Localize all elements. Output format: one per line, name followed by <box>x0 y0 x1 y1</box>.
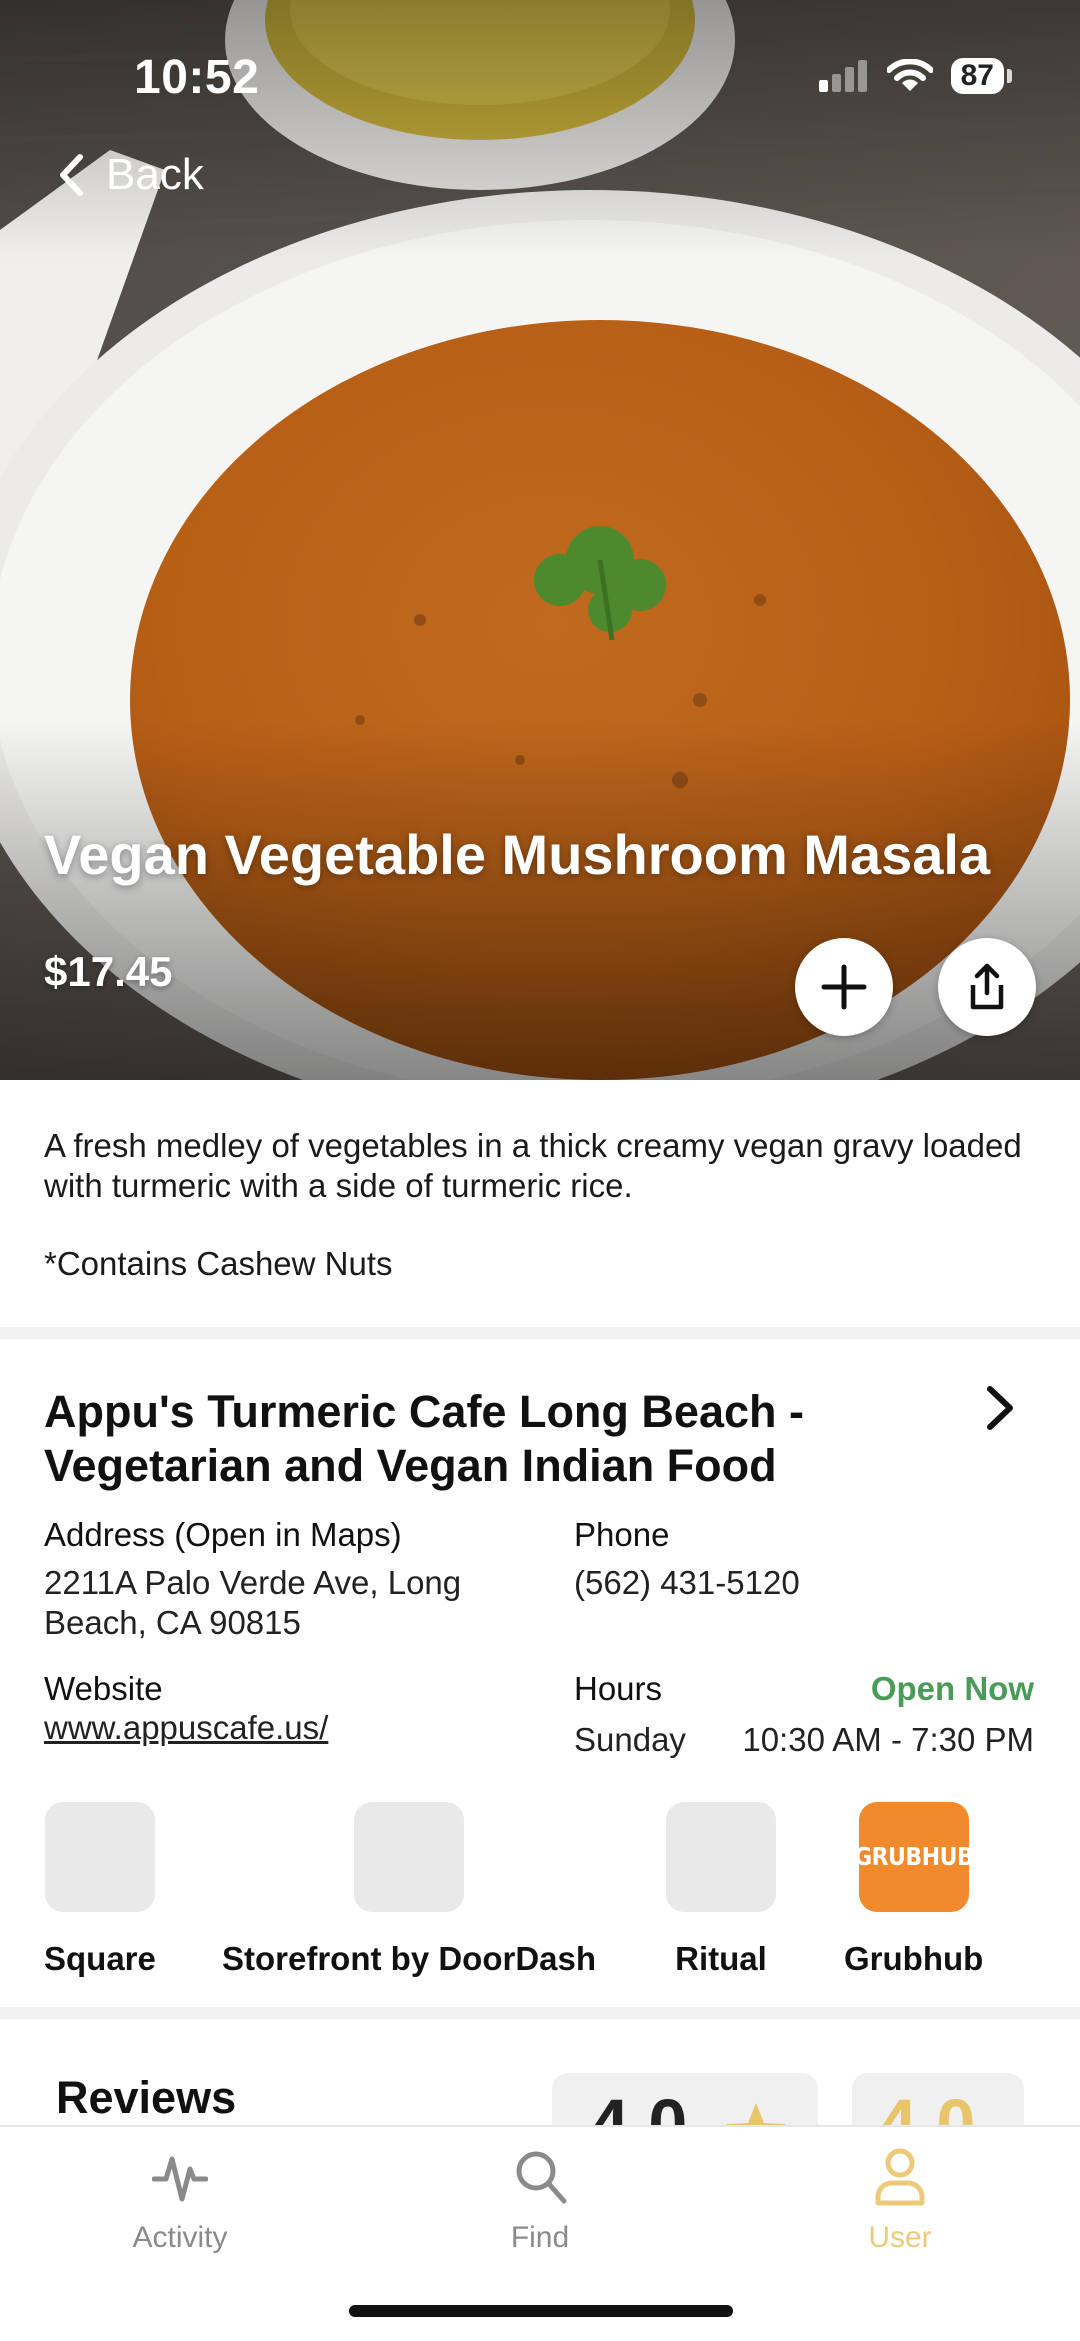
address-value[interactable]: 2211A Palo Verde Ave, Long Beach, CA 908… <box>44 1563 524 1643</box>
dish-price: $17.45 <box>44 948 173 995</box>
address-line-2: Beach, CA 90815 <box>44 1604 301 1641</box>
tab-label: Find <box>510 2221 570 2254</box>
phone-number[interactable]: (562) 431-5120 <box>574 1563 800 1603</box>
cellular-signal-icon <box>818 60 867 92</box>
back-label: Back <box>106 150 204 199</box>
dish-description: A fresh medley of vegetables in a thick … <box>44 1127 1022 1204</box>
tab-label: User <box>868 2221 932 2254</box>
section-divider <box>0 1327 1080 1339</box>
battery-tip <box>1007 69 1012 83</box>
wifi-icon <box>886 59 933 91</box>
doordash-logo-icon <box>354 1802 465 1912</box>
address-line-1: 2211A Palo Verde Ave, Long <box>44 1564 462 1601</box>
address-label[interactable]: Address (Open in Maps) <box>44 1516 402 1554</box>
activity-icon <box>152 2156 208 2202</box>
battery-indicator: 87 <box>950 58 1012 94</box>
grubhub-logo-icon: GRUBHUB <box>854 1802 974 1912</box>
provider-doordash[interactable]: Storefront by DoorDash <box>222 1802 596 1978</box>
plus-icon <box>821 964 867 1010</box>
reviews-title: Reviews <box>56 2072 237 2123</box>
battery-level: 87 <box>950 58 1004 94</box>
search-icon <box>516 2151 567 2204</box>
status-icons: 87 <box>818 58 1012 94</box>
allergen-note: *Contains Cashew Nuts <box>44 1245 393 1282</box>
provider-ritual[interactable]: Ritual <box>666 1802 776 1978</box>
website-link[interactable]: www.appuscafe.us/ <box>44 1708 328 1748</box>
tab-activity[interactable]: Activity <box>80 2147 280 2255</box>
hours-time: 10:30 AM - 7:30 PM <box>742 1721 1034 1758</box>
user-icon <box>875 2148 925 2206</box>
dish-title: Vegan Vegetable Mushroom Masala <box>44 823 991 886</box>
status-time: 10:52 <box>134 51 260 104</box>
hero-bottom-shade <box>0 720 1080 1080</box>
add-button[interactable] <box>795 938 893 1036</box>
share-icon <box>970 963 1004 1010</box>
phone-label: Phone <box>574 1516 670 1553</box>
website-label: Website <box>44 1670 163 1707</box>
provider-label: Storefront by DoorDash <box>222 1940 597 1977</box>
chevron-left-icon <box>60 154 83 196</box>
hours-day: Sunday <box>574 1721 686 1758</box>
tab-user[interactable]: User <box>800 2147 1000 2255</box>
provider-label: Square <box>44 1940 156 1977</box>
square-logo-icon <box>44 1802 155 1912</box>
chevron-right-icon <box>987 1386 1013 1430</box>
tab-find[interactable]: Find <box>440 2147 640 2255</box>
back-button[interactable]: Back <box>58 150 204 200</box>
dish-hero-image: 10:52 87 Back Vegan Vegetable Mushroom M… <box>0 0 1080 1080</box>
open-status: Open Now <box>870 1670 1034 1707</box>
status-bar: 10:52 87 <box>0 0 1080 150</box>
provider-square[interactable]: Square <box>44 1802 156 1978</box>
share-button[interactable] <box>938 938 1036 1036</box>
home-indicator <box>349 2305 733 2317</box>
ritual-logo-icon <box>666 1802 776 1912</box>
hours-label: Hours <box>574 1670 663 1707</box>
restaurant-name[interactable]: Appu's Turmeric Cafe Long Beach - Vegeta… <box>44 1385 924 1493</box>
section-divider <box>0 2007 1080 2019</box>
tab-label: Activity <box>132 2221 228 2254</box>
grubhub-logo-text: GRUBHUB <box>854 1842 974 1872</box>
provider-label: Grubhub <box>844 1940 984 1977</box>
provider-grubhub[interactable]: GRUBHUB Grubhub <box>844 1802 983 1978</box>
restaurant-details-chevron[interactable] <box>985 1385 1015 1436</box>
provider-label: Ritual <box>675 1940 767 1977</box>
